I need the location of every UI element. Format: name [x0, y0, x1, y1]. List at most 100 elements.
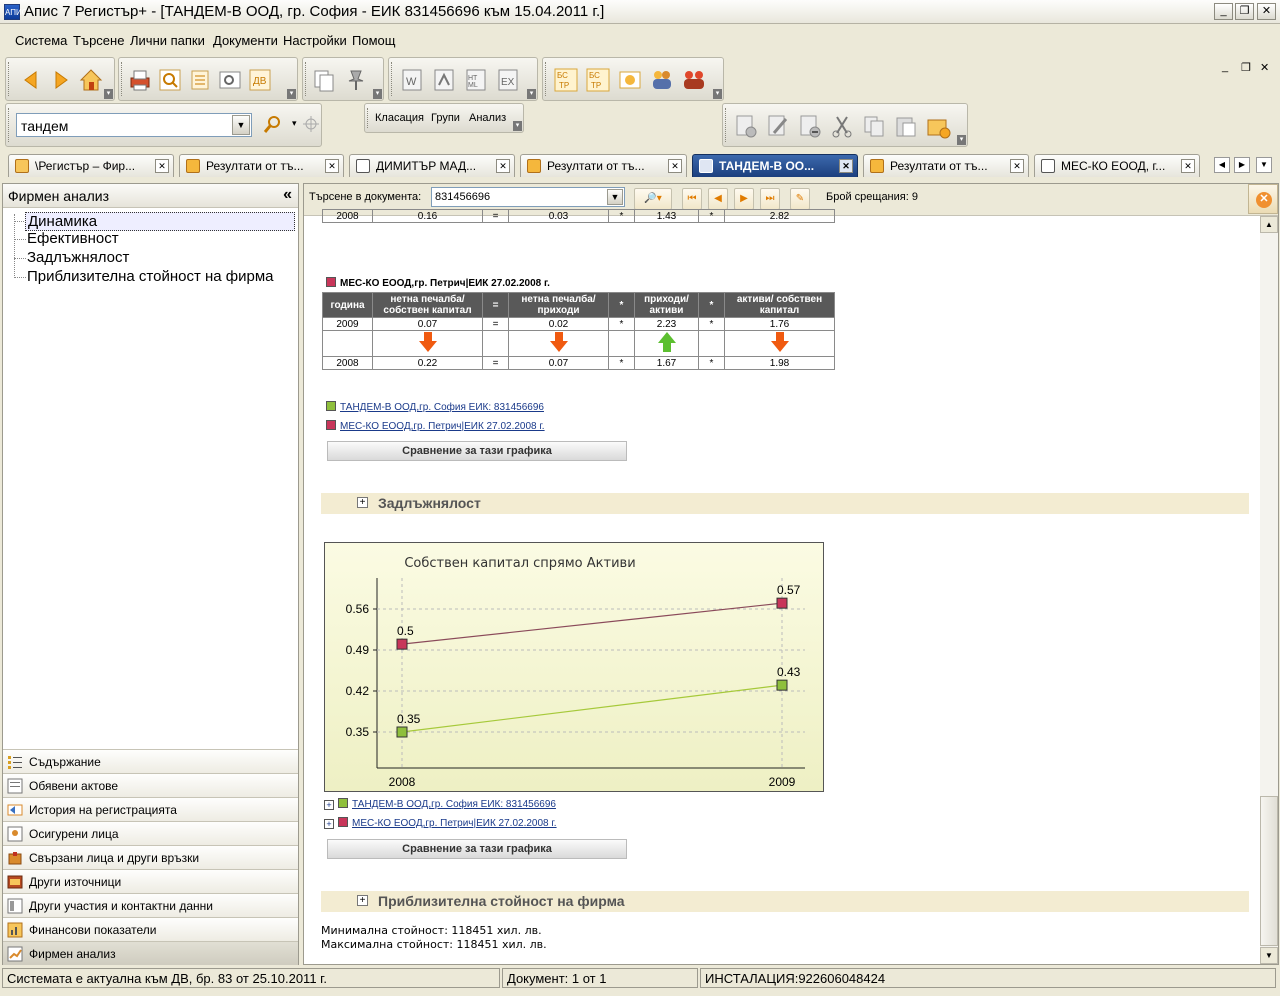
legend-link-mes-ko-2[interactable]: + МЕС-КО ЕООД,гр. Петрич|ЕИК 27.02.2008 г…: [324, 817, 557, 829]
toolbar-overflow-icon[interactable]: ▾: [373, 89, 382, 99]
tab-close-icon[interactable]: ✕: [1181, 159, 1195, 173]
compare-chart-button-2[interactable]: Сравнение за тази графика: [327, 839, 627, 859]
export-word-button[interactable]: W: [399, 67, 425, 93]
close-find-bar-button[interactable]: ✕: [1248, 184, 1278, 214]
add-document-button[interactable]: [733, 113, 759, 139]
tab-close-icon[interactable]: ✕: [839, 159, 853, 173]
highlight-icon[interactable]: ✎: [790, 188, 810, 210]
crosshair-icon[interactable]: [301, 114, 321, 134]
mdi-close-icon[interactable]: ✕: [1260, 61, 1269, 74]
tree-item-approx-value[interactable]: Приблизителна стойност на фирма: [27, 268, 274, 285]
tree-item-indebtedness[interactable]: Задлъжнялост: [27, 249, 129, 266]
remove-button[interactable]: [797, 113, 823, 139]
legend-link-tandem-2[interactable]: + ТАНДЕМ-В ООД,гр. София ЕИК: 831456696: [324, 798, 556, 810]
tab-search-results-3[interactable]: Резултати от тъ... ✕: [863, 154, 1029, 177]
structure-button[interactable]: [187, 67, 213, 93]
tabs-scroll-right-icon[interactable]: ▶: [1234, 157, 1250, 173]
tree-item-dynamics[interactable]: Динамика: [25, 212, 295, 231]
print-button[interactable]: [127, 67, 153, 93]
expand-icon[interactable]: +: [324, 819, 334, 829]
home-button[interactable]: [78, 67, 104, 93]
find-prev-icon[interactable]: ◀: [708, 188, 728, 210]
copy-button[interactable]: [861, 113, 887, 139]
find-search-button[interactable]: 🔎▾: [634, 188, 672, 210]
menu-personal-folders[interactable]: Лични папки: [130, 33, 205, 48]
tab-close-icon[interactable]: ✕: [155, 159, 169, 173]
back-button[interactable]: [18, 67, 44, 93]
tab-search-results-2[interactable]: Резултати от тъ... ✕: [520, 154, 687, 177]
nav-company-analysis[interactable]: Фирмен анализ: [3, 941, 298, 965]
ranking-button[interactable]: Класация: [375, 112, 424, 124]
tab-search-results-1[interactable]: Резултати от тъ... ✕: [179, 154, 344, 177]
compare-chart-button-1[interactable]: Сравнение за тази графика: [327, 441, 627, 461]
maximize-button[interactable]: ❐: [1235, 3, 1254, 20]
find-input[interactable]: 831456696 ▼: [431, 187, 625, 207]
nav-contents[interactable]: Съдържание: [3, 749, 298, 773]
persons-button[interactable]: [649, 67, 675, 93]
documents-button[interactable]: [311, 67, 337, 93]
tabs-scroll-left-icon[interactable]: ◀: [1214, 157, 1230, 173]
cut-button[interactable]: [829, 113, 855, 139]
tab-close-icon[interactable]: ✕: [496, 159, 510, 173]
find-first-icon[interactable]: ⏮: [682, 188, 702, 210]
toolbar-overflow-icon[interactable]: ▾: [287, 89, 296, 99]
toolbar-overflow-icon[interactable]: ▾: [527, 89, 536, 99]
scroll-up-icon[interactable]: ▲: [1260, 216, 1278, 233]
tab-registry[interactable]: \Регистър – Фир... ✕: [8, 154, 174, 177]
export-excel-button[interactable]: EX: [495, 67, 521, 93]
analysis-button[interactable]: Анализ: [469, 112, 506, 124]
toolbar-overflow-icon[interactable]: ▾: [713, 89, 722, 99]
search-options-icon[interactable]: ▾: [292, 118, 297, 129]
section-indebtedness[interactable]: + Задлъжнялост: [321, 493, 1249, 514]
close-button[interactable]: ✕: [1257, 3, 1276, 20]
tab-tandem[interactable]: ТАНДЕМ-В ОО... ✕: [692, 154, 858, 177]
toolbar-overflow-icon[interactable]: ▾: [513, 121, 522, 131]
toolbar-overflow-icon[interactable]: ▾: [104, 89, 113, 99]
related-persons-button[interactable]: [681, 67, 707, 93]
menu-search[interactable]: Търсене: [73, 33, 124, 48]
menu-help[interactable]: Помощ: [352, 33, 395, 48]
find-button[interactable]: [157, 67, 183, 93]
new-folder-button[interactable]: [925, 113, 951, 139]
nav-registration-history[interactable]: История на регистрацията: [3, 797, 298, 821]
bs-tr-alt-button[interactable]: БС ТР: [585, 67, 611, 93]
nav-insured-persons[interactable]: Осигурени лица: [3, 821, 298, 845]
mdi-restore-icon[interactable]: ❐: [1241, 61, 1251, 74]
new-record-button[interactable]: [617, 67, 643, 93]
export-html-button[interactable]: HT ML: [463, 67, 489, 93]
expand-icon[interactable]: +: [357, 895, 368, 906]
legend-link-mes-ko[interactable]: МЕС-КО ЕООД,гр. Петрич|ЕИК 27.02.2008 г.: [326, 420, 545, 432]
export-pdf-button[interactable]: [431, 67, 457, 93]
find-next-icon[interactable]: ▶: [734, 188, 754, 210]
collapse-panel-icon[interactable]: «: [283, 186, 292, 204]
search-button[interactable]: [262, 114, 282, 134]
find-dropdown-icon[interactable]: ▼: [607, 189, 623, 205]
expand-icon[interactable]: +: [357, 497, 368, 508]
vertical-scrollbar[interactable]: ▲ ▼: [1260, 216, 1278, 964]
scroll-down-icon[interactable]: ▼: [1260, 947, 1278, 964]
find-last-icon[interactable]: ⏭: [760, 188, 780, 210]
menu-documents[interactable]: Документи: [213, 33, 278, 48]
tab-close-icon[interactable]: ✕: [668, 159, 682, 173]
nav-other-sources[interactable]: Други източници: [3, 869, 298, 893]
nav-financial-indicators[interactable]: Финансови показатели: [3, 917, 298, 941]
nav-related-persons[interactable]: Свързани лица и други връзки: [3, 845, 298, 869]
menu-system[interactable]: Система: [15, 33, 67, 48]
toolbar-overflow-icon[interactable]: ▾: [957, 135, 966, 145]
search-input[interactable]: тандем ▼: [16, 113, 252, 137]
tree-item-efficiency[interactable]: Ефективност: [27, 230, 119, 247]
edit-button[interactable]: [765, 113, 791, 139]
groups-button[interactable]: Групи: [431, 112, 460, 124]
tab-dimitar[interactable]: ДИМИТЪР МАД... ✕: [349, 154, 515, 177]
minimize-button[interactable]: _: [1214, 3, 1233, 20]
pin-button[interactable]: [343, 67, 369, 93]
nav-other-participations[interactable]: Други участия и контактни данни: [3, 893, 298, 917]
bs-tr-button[interactable]: БС ТР: [553, 67, 579, 93]
state-gazette-button[interactable]: ДВ: [247, 67, 273, 93]
tabs-list-icon[interactable]: ▼: [1256, 157, 1272, 173]
preview-button[interactable]: [217, 67, 243, 93]
expand-icon[interactable]: +: [324, 800, 334, 810]
tab-mes-ko[interactable]: МЕС-КО ЕООД, г... ✕: [1034, 154, 1200, 177]
paste-button[interactable]: [893, 113, 919, 139]
section-approx-value[interactable]: + Приблизителна стойност на фирма: [321, 891, 1249, 912]
